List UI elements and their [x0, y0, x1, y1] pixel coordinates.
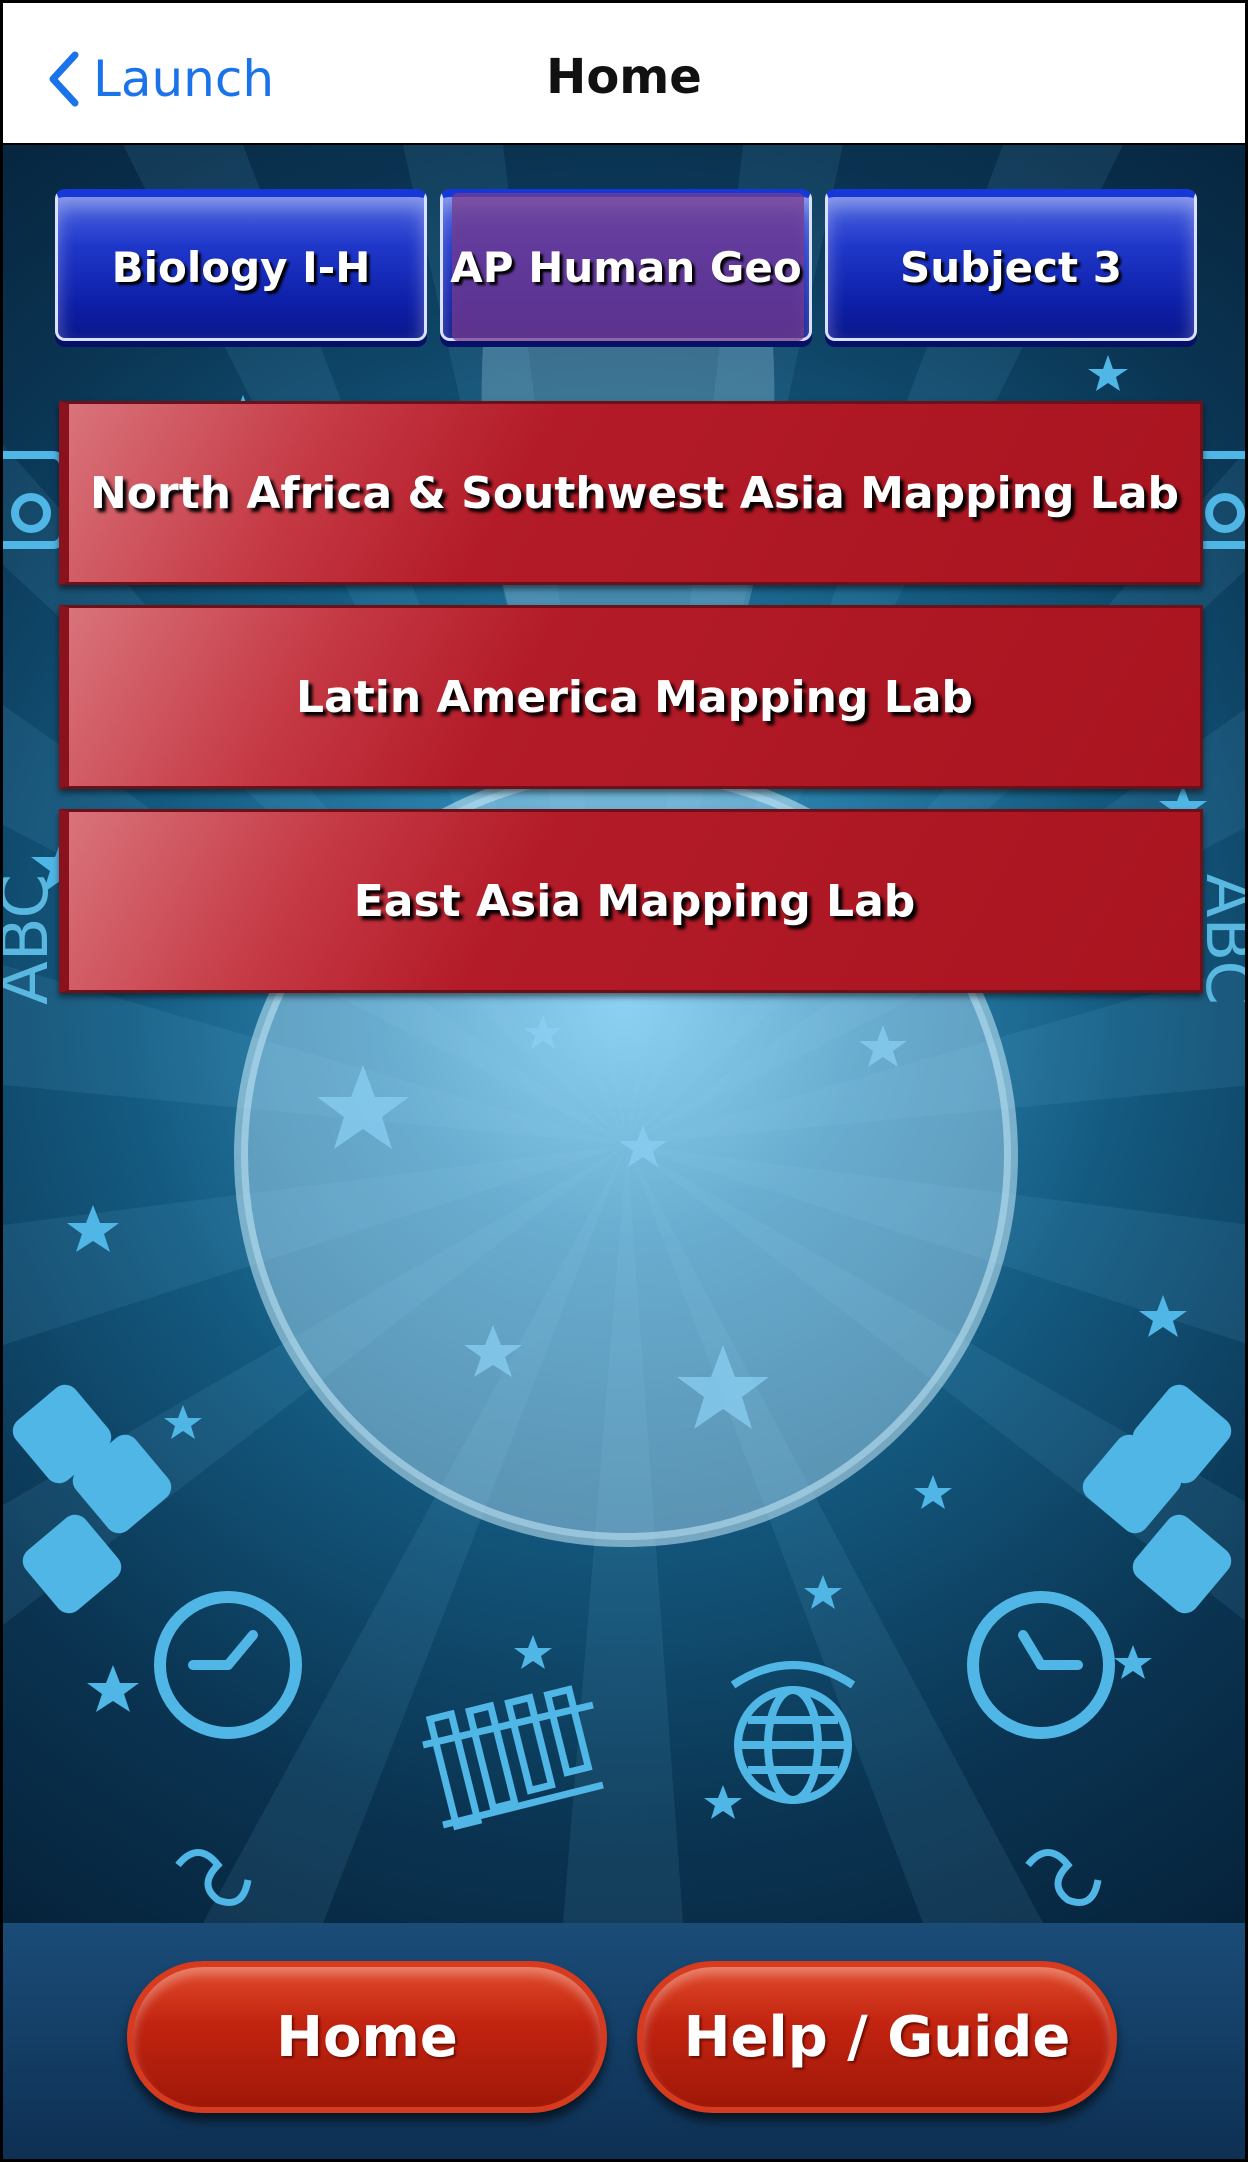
lab-button-north-africa[interactable]: North Africa & Southwest Asia Mapping La…: [59, 401, 1203, 585]
tab-ap-human-geo-label: AP Human Geo: [450, 243, 802, 292]
app-frame: Launch Home ABC ABC Biology I-H AP Human…: [0, 0, 1248, 2162]
tab-subject-3[interactable]: Subject 3: [825, 189, 1197, 341]
side-text-left: ABC: [3, 874, 63, 1005]
help-guide-button[interactable]: Help / Guide: [637, 1961, 1117, 2113]
tab-biology[interactable]: Biology I-H: [55, 189, 427, 341]
lab-button-east-asia[interactable]: East Asia Mapping Lab: [59, 809, 1203, 993]
home-button[interactable]: Home: [127, 1961, 607, 2113]
lab-button-latin-america[interactable]: Latin America Mapping Lab: [59, 605, 1203, 789]
page-title: Home: [546, 49, 702, 105]
navigation-bar: Launch Home: [3, 3, 1245, 145]
